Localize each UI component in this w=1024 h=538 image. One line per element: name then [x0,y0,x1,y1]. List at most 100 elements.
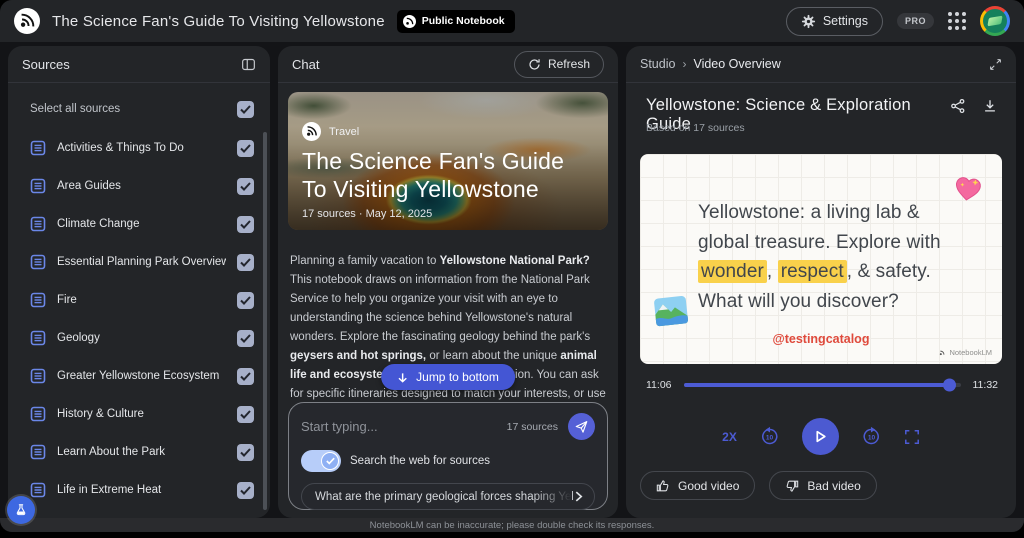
source-row[interactable]: Activities & Things To Do [8,129,270,167]
document-icon [30,368,46,384]
svg-text:10: 10 [868,435,876,442]
chevron-right-icon [575,491,583,502]
sources-list: Activities & Things To Do Area Guides Clim… [8,129,270,518]
source-checkbox[interactable] [237,481,254,499]
source-row[interactable]: Greater Yellowstone Ecosystem [8,357,270,395]
breadcrumb-separator: › [682,57,687,71]
source-label: Life in Extreme Heat [57,484,162,496]
download-icon[interactable] [982,98,998,114]
disclaimer-text: NotebookLM can be inaccurate; please dou… [369,519,655,531]
thumbs-up-icon [656,479,669,491]
source-label: Area Guides [57,180,121,192]
based-on-label: Based on 17 sources [646,122,745,134]
good-video-button[interactable]: Good video [640,471,756,500]
source-checkbox[interactable] [237,139,254,157]
jump-to-bottom-label: Jump to bottom [416,370,499,384]
source-checkbox[interactable] [237,253,254,271]
select-all-checkbox[interactable] [237,100,254,118]
player-controls: 2X 10 10 [626,418,1016,455]
collapse-panel-icon[interactable] [241,57,256,72]
source-row[interactable]: Essential Planning Park Overview.md [8,243,270,281]
gear-icon [801,14,815,28]
expand-icon[interactable] [989,58,1002,71]
breadcrumb: Studio › Video Overview [640,57,781,71]
playback-speed-button[interactable]: 2X [722,430,737,444]
source-row[interactable]: Climate Change [8,205,270,243]
seek-bar[interactable] [683,378,961,392]
fullscreen-icon [904,429,919,444]
public-notebook-label: Public Notebook [421,15,505,27]
source-row[interactable]: History & Culture [8,395,270,433]
hero-title: The Science Fan's Guide To Visiting Yell… [302,148,565,202]
studio-panel: Studio › Video Overview Yellowstone: Sci… [626,46,1016,518]
video-slide[interactable]: Yellowstone: a living lab & global treasu… [640,154,1002,364]
settings-button[interactable]: Settings [785,6,883,36]
source-checkbox[interactable] [237,405,254,423]
chat-input[interactable] [301,419,497,434]
thumbs-down-icon [787,480,799,492]
bad-video-button[interactable]: Bad video [769,471,877,500]
apps-grid-icon[interactable] [948,12,966,30]
arrow-down-icon [398,372,407,383]
notebook-title: The Science Fan's Guide To Visiting Yell… [52,12,385,30]
source-row[interactable]: Life in Extreme Heat [8,471,270,509]
account-avatar[interactable] [980,6,1010,36]
share-icon[interactable] [950,98,966,114]
notebooklm-watermark-icon [940,350,945,355]
source-row[interactable]: Learn About the Park [8,433,270,471]
notebook-hero-card: Travel The Science Fan's Guide To Visiti… [288,92,608,230]
play-button[interactable] [801,418,839,455]
sources-panel-header: Sources [8,46,270,83]
refresh-icon [529,58,540,70]
top-bar: The Science Fan's Guide To Visiting Yell… [0,0,1024,42]
source-checkbox[interactable] [237,329,254,347]
web-search-toggle[interactable] [301,450,341,472]
notebooklm-logo-icon [14,8,40,34]
toggle-thumb [321,452,339,470]
labs-flask-button[interactable] [7,496,35,524]
source-row[interactable]: Maps & GPS Coordinates [8,509,270,518]
source-checkbox[interactable] [237,443,254,461]
source-label: Activities & Things To Do [57,142,184,154]
bad-video-label: Bad video [807,478,861,493]
source-row[interactable]: Geology [8,319,270,357]
total-time: 11:32 [972,379,999,391]
hero-category-label: Travel [329,125,360,138]
source-checkbox[interactable] [237,177,254,195]
replay-10-button[interactable]: 10 [759,426,780,447]
hero-meta: 17 sources · May 12, 2025 [302,208,433,220]
studio-panel-header: Studio › Video Overview [626,46,1016,83]
sources-scrollbar[interactable] [263,132,267,510]
suggested-question-chip[interactable]: What are the primary geological forces s… [301,483,595,510]
notebooklm-app: The Science Fan's Guide To Visiting Yell… [0,0,1024,532]
select-all-row: Select all sources [8,89,270,129]
jump-to-bottom-button[interactable]: Jump to bottom [381,364,515,390]
source-checkbox[interactable] [237,291,254,309]
national-park-emoji [654,296,688,327]
slide-text-line: Yellowstone: a living lab & [698,202,920,223]
source-row[interactable]: Fire [8,281,270,319]
source-label: Learn About the Park [57,446,166,458]
document-icon [30,444,46,460]
source-checkbox[interactable] [237,367,254,385]
refresh-button[interactable]: Refresh [513,50,604,78]
chat-input-row: 17 sources [301,413,595,440]
select-all-label: Select all sources [30,103,121,115]
document-icon [30,292,46,308]
notebook-badge-icon [402,14,416,28]
settings-label: Settings [822,14,868,28]
source-checkbox[interactable] [237,215,254,233]
breadcrumb-studio[interactable]: Studio [640,57,675,71]
fullscreen-button[interactable] [904,429,920,445]
sparkling-heart-emoji [955,177,981,201]
forward-10-button[interactable]: 10 [861,426,882,447]
slide-text: Yellowstone: a living lab & global treasu… [698,198,941,316]
seek-bar-thumb[interactable] [943,378,957,392]
chat-panel: Chat Refresh Travel The Science Fan's Gu… [278,46,618,518]
source-label: Fire [57,294,77,306]
source-row[interactable]: Area Guides [8,167,270,205]
send-icon [575,421,588,433]
text-fade-overlay [532,484,572,509]
document-icon [30,178,46,194]
send-button[interactable] [568,413,595,440]
